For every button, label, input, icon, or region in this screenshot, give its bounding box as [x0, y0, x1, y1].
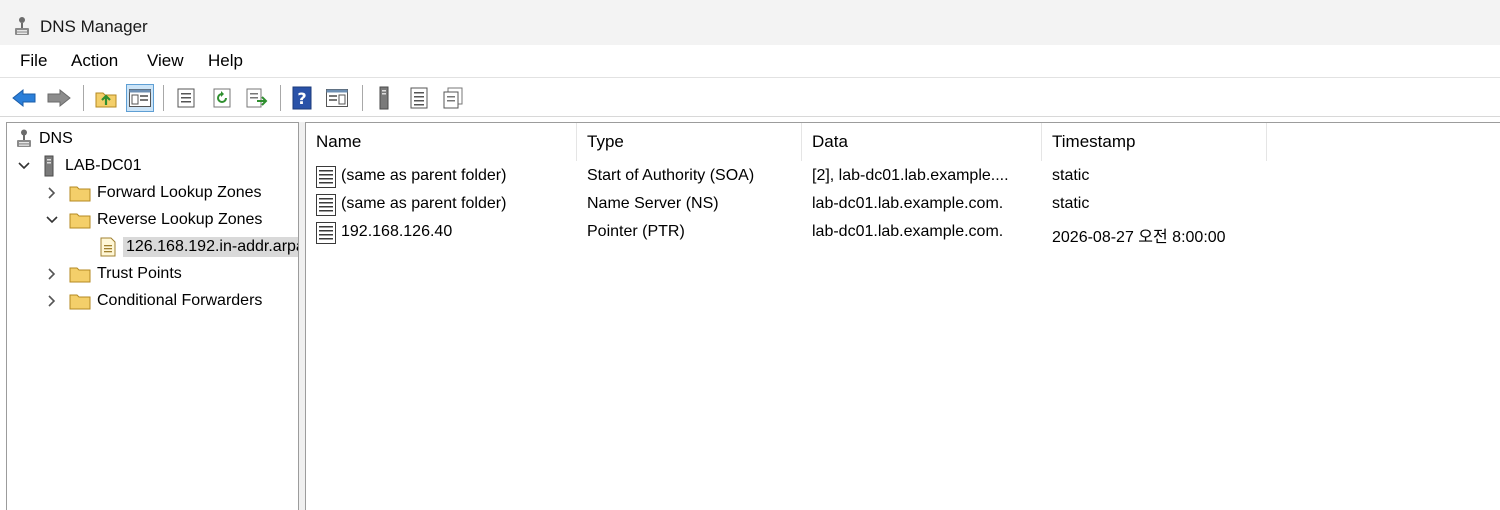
tree-label-reverse-zones: Reverse Lookup Zones: [97, 211, 263, 228]
forward-arrow-icon[interactable]: [45, 84, 73, 112]
export-list-icon[interactable]: [243, 84, 271, 112]
menu-view[interactable]: View: [147, 51, 184, 71]
window-title: DNS Manager: [40, 17, 148, 36]
dns-manager-icon: [12, 16, 32, 38]
folder-icon: [69, 294, 91, 310]
tree-node-selected-zone[interactable]: 126.168.192.in-addr.arpa: [97, 234, 298, 260]
chevron-down-icon[interactable]: [45, 213, 59, 227]
menu-action[interactable]: Action: [71, 51, 118, 71]
chevron-right-icon[interactable]: [45, 267, 59, 281]
show-hide-action-pane-icon[interactable]: [323, 84, 351, 112]
cell-name: (same as parent folder): [341, 195, 507, 212]
chevron-right-icon[interactable]: [45, 186, 59, 200]
cell-type: Name Server (NS): [587, 195, 719, 212]
tree-node-dns[interactable]: DNS: [15, 126, 73, 152]
menu-file[interactable]: File: [20, 51, 47, 71]
show-hide-console-tree-icon[interactable]: [126, 84, 154, 112]
tree-node-server[interactable]: LAB-DC01: [17, 153, 141, 179]
table-row[interactable]: (same as parent folder) Name Server (NS)…: [306, 191, 1500, 219]
tree-label-trust-points: Trust Points: [97, 265, 182, 282]
cell-name: 192.168.126.40: [341, 223, 453, 240]
cell-timestamp: static: [1052, 167, 1090, 184]
record-icon: [316, 222, 336, 244]
chevron-down-icon[interactable]: [17, 159, 31, 173]
menu-bar: File Action View Help: [0, 45, 1500, 78]
server-icon: [44, 155, 54, 177]
back-arrow-icon[interactable]: [10, 84, 38, 112]
zone-file-icon: [100, 237, 116, 257]
cell-timestamp: static: [1052, 195, 1090, 212]
tree-label-dns: DNS: [39, 130, 73, 147]
table-row[interactable]: (same as parent folder) Start of Authori…: [306, 163, 1500, 191]
server-icon[interactable]: [370, 84, 398, 112]
column-header-type[interactable]: Type: [577, 123, 802, 161]
record-icon: [316, 166, 336, 188]
record-list-icon[interactable]: [405, 84, 433, 112]
cell-type: Pointer (PTR): [587, 223, 685, 240]
title-bar: DNS Manager: [0, 0, 1500, 45]
folder-icon: [69, 186, 91, 202]
folder-icon: [69, 213, 91, 229]
folder-icon: [69, 267, 91, 283]
refresh-icon[interactable]: [208, 84, 236, 112]
help-icon[interactable]: ?: [288, 84, 316, 112]
records-list: Name Type Data Timestamp (same as parent…: [305, 122, 1500, 510]
toolbar: ?: [0, 79, 1500, 117]
tree-label-conditional-forwarders: Conditional Forwarders: [97, 292, 263, 309]
tree-node-forward-zones[interactable]: Forward Lookup Zones: [45, 180, 262, 206]
table-row[interactable]: 192.168.126.40 Pointer (PTR) lab-dc01.la…: [306, 219, 1500, 247]
menu-help[interactable]: Help: [208, 51, 243, 71]
cell-timestamp: 2026-08-27 오전 8:00:00: [1052, 229, 1226, 246]
column-header-data[interactable]: Data: [802, 123, 1042, 161]
cell-data: lab-dc01.lab.example.com.: [812, 223, 1004, 240]
tree-node-reverse-zones[interactable]: Reverse Lookup Zones: [45, 207, 262, 233]
svg-text:?: ?: [297, 89, 306, 108]
properties-icon[interactable]: [172, 84, 200, 112]
column-header-name[interactable]: Name: [306, 123, 577, 161]
tree-label-server: LAB-DC01: [65, 157, 142, 174]
tree-node-trust-points[interactable]: Trust Points: [45, 261, 182, 287]
cell-type: Start of Authority (SOA): [587, 167, 755, 184]
cell-data: [2], lab-dc01.lab.example....: [812, 167, 1009, 184]
cell-data: lab-dc01.lab.example.com.: [812, 195, 1004, 212]
chevron-right-icon[interactable]: [45, 294, 59, 308]
column-header-timestamp[interactable]: Timestamp: [1042, 123, 1267, 161]
dns-icon: [17, 129, 31, 147]
copy-records-icon[interactable]: [439, 84, 467, 112]
tree-label-selected-zone: 126.168.192.in-addr.arpa: [123, 237, 298, 257]
cell-name: (same as parent folder): [341, 167, 507, 184]
tree-label-forward-zones: Forward Lookup Zones: [97, 184, 262, 201]
tree-node-conditional-forwarders[interactable]: Conditional Forwarders: [45, 288, 262, 314]
record-icon: [316, 194, 336, 216]
console-tree: DNS LAB-DC01 Forward Lookup Zones Revers…: [6, 122, 299, 510]
up-folder-icon[interactable]: [92, 84, 120, 112]
